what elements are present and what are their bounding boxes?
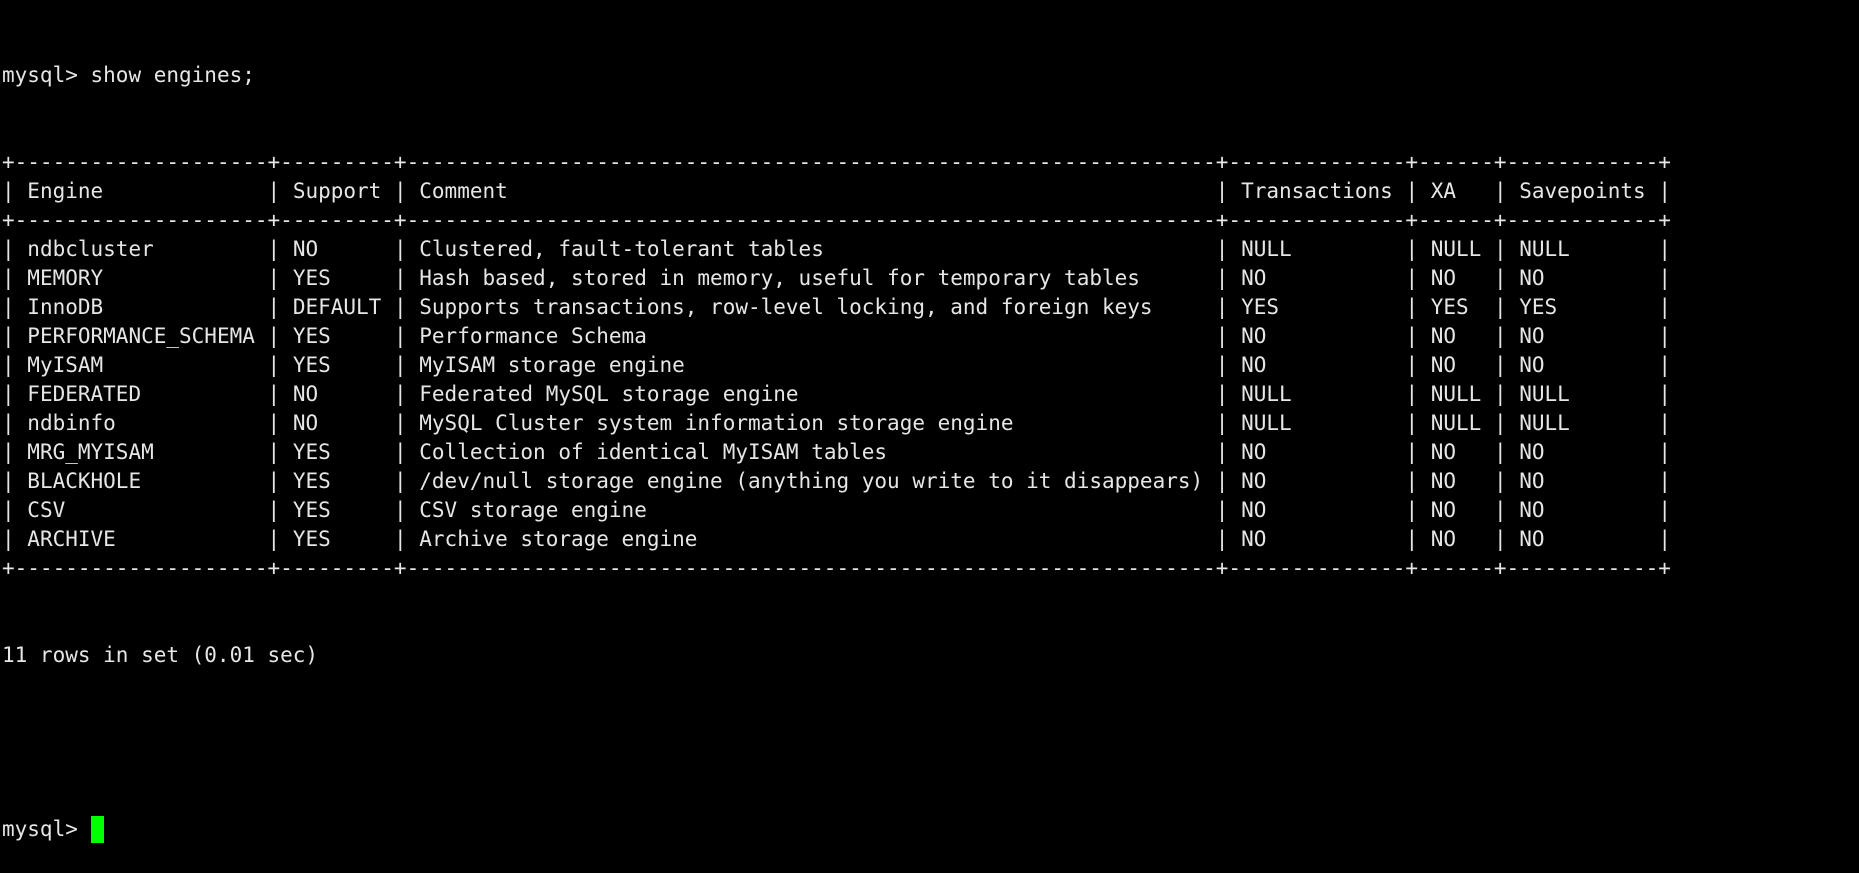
table-cell: CSV storage engine bbox=[419, 498, 1204, 522]
table-cell: NO bbox=[1241, 266, 1393, 290]
table-row: | ARCHIVE | YES | Archive storage engine… bbox=[2, 527, 1671, 551]
table-cell: NO bbox=[292, 382, 382, 406]
table-cell: NO bbox=[1430, 324, 1482, 348]
table-cell: YES bbox=[1430, 295, 1482, 319]
prompt: mysql> bbox=[2, 817, 91, 841]
table-cell: NULL bbox=[1241, 411, 1393, 435]
table-cell: ndbcluster bbox=[27, 237, 255, 261]
table-cell: /dev/null storage engine (anything you w… bbox=[419, 469, 1204, 493]
table-cell: MySQL Cluster system information storage… bbox=[419, 411, 1204, 435]
table-cell: Performance Schema bbox=[419, 324, 1204, 348]
command-text: show engines; bbox=[90, 63, 255, 87]
column-header: Engine bbox=[27, 179, 255, 203]
table-cell: YES bbox=[292, 469, 382, 493]
table-cell: NO bbox=[292, 237, 382, 261]
column-header: Comment bbox=[419, 179, 1204, 203]
table-cell: NO bbox=[1519, 469, 1646, 493]
table-cell: ndbinfo bbox=[27, 411, 255, 435]
table-cell: Clustered, fault-tolerant tables bbox=[419, 237, 1204, 261]
cursor[interactable] bbox=[90, 816, 104, 843]
table-cell: NO bbox=[1519, 353, 1646, 377]
table-cell: ARCHIVE bbox=[27, 527, 255, 551]
table-cell: YES bbox=[292, 353, 382, 377]
table-cell: NO bbox=[1519, 324, 1646, 348]
column-header: Savepoints bbox=[1519, 179, 1646, 203]
table-cell: NO bbox=[1519, 527, 1646, 551]
table-cell: NO bbox=[1519, 266, 1646, 290]
table-row: | InnoDB | DEFAULT | Supports transactio… bbox=[2, 295, 1671, 319]
table-cell: NO bbox=[292, 411, 382, 435]
table-cell: NO bbox=[1519, 498, 1646, 522]
table-row: | FEDERATED | NO | Federated MySQL stora… bbox=[2, 382, 1671, 406]
table-row: | PERFORMANCE_SCHEMA | YES | Performance… bbox=[2, 324, 1671, 348]
table-cell: NO bbox=[1430, 527, 1482, 551]
input-line[interactable]: mysql> bbox=[2, 815, 1671, 844]
command-line: mysql> show engines; bbox=[2, 61, 1671, 90]
table-cell: MyISAM storage engine bbox=[419, 353, 1204, 377]
table-cell: BLACKHOLE bbox=[27, 469, 255, 493]
table-cell: NO bbox=[1430, 353, 1482, 377]
table-row: | BLACKHOLE | YES | /dev/null storage en… bbox=[2, 469, 1671, 493]
table-row: | MyISAM | YES | MyISAM storage engine |… bbox=[2, 353, 1671, 377]
table-row: | ndbcluster | NO | Clustered, fault-tol… bbox=[2, 237, 1671, 261]
table-cell: NO bbox=[1241, 440, 1393, 464]
table-cell: CSV bbox=[27, 498, 255, 522]
table-row: | ndbinfo | NO | MySQL Cluster system in… bbox=[2, 411, 1671, 435]
table-cell: NULL bbox=[1241, 382, 1393, 406]
table-cell: MRG_MYISAM bbox=[27, 440, 255, 464]
table-cell: NO bbox=[1430, 440, 1482, 464]
table-cell: FEDERATED bbox=[27, 382, 255, 406]
table-cell: YES bbox=[292, 324, 382, 348]
table-cell: MyISAM bbox=[27, 353, 255, 377]
table-cell: NULL bbox=[1519, 411, 1646, 435]
table-cell: YES bbox=[292, 266, 382, 290]
table-cell: NULL bbox=[1519, 237, 1646, 261]
table-cell: NO bbox=[1241, 469, 1393, 493]
table-cell: YES bbox=[292, 527, 382, 551]
table-cell: NULL bbox=[1430, 237, 1482, 261]
table-cell: NO bbox=[1430, 266, 1482, 290]
table-cell: YES bbox=[1241, 295, 1393, 319]
table-cell: NO bbox=[1430, 498, 1482, 522]
table-cell: InnoDB bbox=[27, 295, 255, 319]
table-cell: Federated MySQL storage engine bbox=[419, 382, 1204, 406]
table-cell: DEFAULT bbox=[292, 295, 382, 319]
table-cell: Supports transactions, row-level locking… bbox=[419, 295, 1204, 319]
table-border: +--------------------+---------+--------… bbox=[2, 208, 1671, 232]
table-row: | CSV | YES | CSV storage engine | NO | … bbox=[2, 498, 1671, 522]
column-header: Support bbox=[292, 179, 382, 203]
prompt: mysql> bbox=[2, 63, 91, 87]
table-cell: NULL bbox=[1241, 237, 1393, 261]
table-header-row: | Engine | Support | Comment | Transacti… bbox=[2, 179, 1671, 203]
table-border: +--------------------+---------+--------… bbox=[2, 150, 1671, 174]
table-cell: NO bbox=[1241, 324, 1393, 348]
table-cell: NULL bbox=[1430, 382, 1482, 406]
table-cell: NO bbox=[1241, 498, 1393, 522]
table-cell: Archive storage engine bbox=[419, 527, 1204, 551]
table-row: | MRG_MYISAM | YES | Collection of ident… bbox=[2, 440, 1671, 464]
table-cell: NULL bbox=[1519, 382, 1646, 406]
table-cell: Collection of identical MyISAM tables bbox=[419, 440, 1204, 464]
table-cell: Hash based, stored in memory, useful for… bbox=[419, 266, 1204, 290]
table-cell: PERFORMANCE_SCHEMA bbox=[27, 324, 255, 348]
column-header: Transactions bbox=[1241, 179, 1393, 203]
table-border: +--------------------+---------+--------… bbox=[2, 556, 1671, 580]
table-row: | MEMORY | YES | Hash based, stored in m… bbox=[2, 266, 1671, 290]
result-table: +--------------------+---------+--------… bbox=[2, 148, 1671, 583]
table-cell: NULL bbox=[1430, 411, 1482, 435]
table-cell: NO bbox=[1241, 353, 1393, 377]
table-cell: YES bbox=[292, 498, 382, 522]
table-cell: MEMORY bbox=[27, 266, 255, 290]
column-header: XA bbox=[1430, 179, 1482, 203]
table-cell: NO bbox=[1519, 440, 1646, 464]
table-cell: NO bbox=[1430, 469, 1482, 493]
terminal-output: mysql> show engines; +------------------… bbox=[2, 3, 1671, 873]
table-cell: YES bbox=[1519, 295, 1646, 319]
result-summary: 11 rows in set (0.01 sec) bbox=[2, 643, 319, 667]
table-cell: YES bbox=[292, 440, 382, 464]
table-cell: NO bbox=[1241, 527, 1393, 551]
